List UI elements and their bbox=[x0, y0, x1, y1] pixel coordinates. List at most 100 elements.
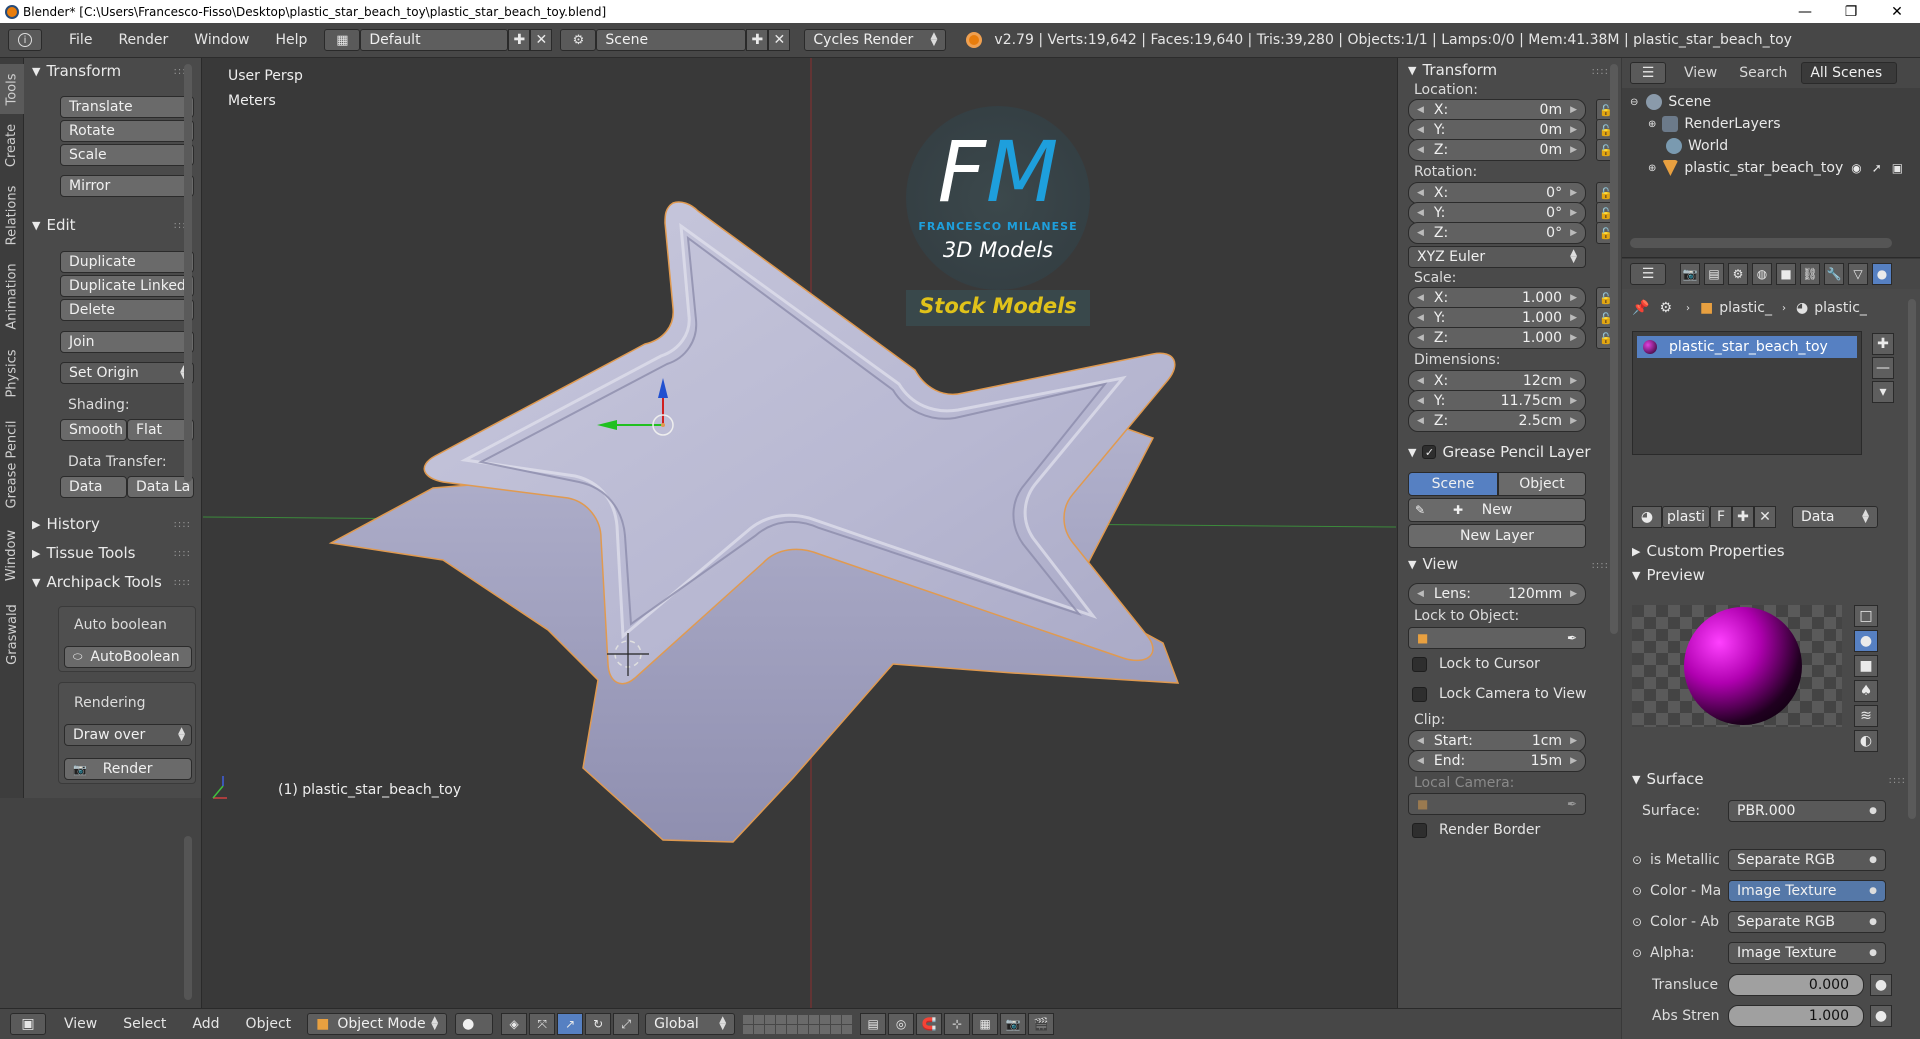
opengl-render-animation-icon[interactable]: 🎬 bbox=[1028, 1013, 1055, 1035]
increment-arrow-icon[interactable]: ▶ bbox=[1570, 589, 1577, 599]
location-y-field[interactable]: ◀ Y: 0m ▶ bbox=[1408, 119, 1586, 141]
n-transform-header[interactable]: ▼ Transform bbox=[1408, 58, 1497, 82]
world-tab-icon[interactable]: ◍ bbox=[1752, 263, 1772, 285]
location-z-field[interactable]: ◀ Z: 0m ▶ bbox=[1408, 139, 1586, 161]
decrement-arrow-icon[interactable]: ◀ bbox=[1417, 208, 1424, 218]
dimensions-x-field[interactable]: ◀ X: 12cm ▶ bbox=[1408, 370, 1586, 392]
tab-relations[interactable]: Relations bbox=[0, 178, 24, 252]
minimize-button[interactable]: — bbox=[1782, 0, 1828, 23]
remove-scene-button[interactable]: ✕ bbox=[768, 29, 791, 51]
render-border-checkbox[interactable]: Render Border bbox=[1412, 822, 1540, 838]
fake-user-button[interactable]: F bbox=[1710, 506, 1732, 528]
clip-start-field[interactable]: ◀ Start: 1cm ▶ bbox=[1408, 730, 1586, 752]
draw-over-select[interactable]: Draw over ▲ ▼ bbox=[64, 724, 192, 746]
snap-icon[interactable]: 🧲 bbox=[916, 1013, 943, 1035]
set-origin-select[interactable]: Set Origin ▲▼ bbox=[60, 362, 194, 384]
menu-select[interactable]: Select bbox=[123, 1016, 166, 1032]
scale-z-field[interactable]: ◀ Z: 1.000 ▶ bbox=[1408, 327, 1586, 349]
viewport-shading-select[interactable]: ● bbox=[455, 1013, 494, 1035]
info-editor-type-button[interactable]: i bbox=[8, 29, 42, 51]
tissue-tools-panel-header[interactable]: ▶ Tissue Tools bbox=[32, 540, 135, 566]
close-button[interactable]: ✕ bbox=[1874, 0, 1920, 23]
outliner-row-renderlayers[interactable]: ⊕ RenderLayers bbox=[1648, 113, 1781, 135]
increment-arrow-icon[interactable]: ▶ bbox=[1570, 396, 1577, 406]
abs-strength-slider[interactable]: 1.000 bbox=[1728, 1005, 1864, 1027]
object-tab-icon[interactable]: ■ bbox=[1776, 263, 1796, 285]
increment-arrow-icon[interactable]: ▶ bbox=[1570, 208, 1577, 218]
decrement-arrow-icon[interactable]: ◀ bbox=[1417, 125, 1424, 135]
preview-monkey-icon[interactable]: ♠ bbox=[1854, 680, 1878, 702]
input-link-select[interactable]: Separate RGB ● bbox=[1728, 849, 1886, 871]
menu-view[interactable]: View bbox=[64, 1016, 97, 1032]
link-socket-icon[interactable]: ⊙ bbox=[1632, 853, 1642, 867]
eyedropper-icon[interactable]: ✒ bbox=[1567, 631, 1577, 645]
constraints-tab-icon[interactable]: ⛓ bbox=[1800, 263, 1820, 285]
rotation-y-field[interactable]: ◀ Y: 0° ▶ bbox=[1408, 202, 1586, 224]
object-crumb[interactable]: plastic_ bbox=[1719, 300, 1772, 316]
drag-grip-icon[interactable]: :::: bbox=[174, 519, 191, 530]
render-opengl-icon[interactable]: ▦ bbox=[972, 1013, 999, 1035]
dimensions-z-field[interactable]: ◀ Z: 2.5cm ▶ bbox=[1408, 410, 1586, 432]
scene-browse-button[interactable]: ⚙ bbox=[560, 29, 597, 51]
n-panel-scrollbar[interactable] bbox=[1610, 64, 1618, 634]
scale-button[interactable]: Scale bbox=[60, 144, 194, 166]
abs-strength-link-button[interactable]: ● bbox=[1870, 1005, 1892, 1027]
increment-arrow-icon[interactable]: ▶ bbox=[1570, 333, 1577, 343]
add-scene-button[interactable]: ✚ bbox=[746, 29, 769, 51]
outliner-display-mode-select[interactable]: All Scenes bbox=[1801, 62, 1898, 84]
eyedropper-icon[interactable]: ✒ bbox=[1567, 797, 1577, 811]
remove-material-slot-button[interactable]: — bbox=[1872, 357, 1894, 379]
mirror-button[interactable]: Mirror bbox=[60, 175, 194, 197]
decrement-arrow-icon[interactable]: ◀ bbox=[1417, 293, 1424, 303]
custom-properties-header[interactable]: ▶ Custom Properties bbox=[1632, 539, 1785, 563]
material-link-select[interactable]: Data ▲ ▼ bbox=[1792, 506, 1878, 528]
interaction-mode-select[interactable]: ■ Object Mode ▲ ▼ bbox=[307, 1013, 448, 1035]
dimensions-y-field[interactable]: ◀ Y: 11.75cm ▶ bbox=[1408, 390, 1586, 412]
lock-to-object-field[interactable]: ■ ✒ bbox=[1408, 627, 1586, 649]
translucency-slider[interactable]: 0.000 bbox=[1728, 974, 1864, 996]
lock-to-cursor-checkbox[interactable]: Lock to Cursor bbox=[1412, 656, 1540, 672]
outliner-h-scrollbar[interactable] bbox=[1630, 238, 1892, 248]
increment-arrow-icon[interactable]: ▶ bbox=[1570, 756, 1577, 766]
proportional-edit-icon[interactable]: ◎ bbox=[888, 1013, 915, 1035]
drag-grip-icon[interactable]: :::: bbox=[174, 548, 191, 559]
surface-shader-select[interactable]: PBR.000 ● bbox=[1728, 800, 1886, 822]
shade-smooth-button[interactable]: Smooth bbox=[60, 419, 127, 441]
decrement-arrow-icon[interactable]: ◀ bbox=[1417, 396, 1424, 406]
preview-sky-icon[interactable]: ◐ bbox=[1854, 730, 1878, 752]
scale-y-field[interactable]: ◀ Y: 1.000 ▶ bbox=[1408, 307, 1586, 329]
scene-name-field[interactable]: Scene bbox=[596, 29, 747, 51]
render-camera-icon[interactable]: ▣ bbox=[1892, 161, 1903, 175]
drag-grip-icon[interactable]: :::: bbox=[1889, 775, 1906, 786]
increment-arrow-icon[interactable]: ▶ bbox=[1570, 736, 1577, 746]
tab-physics[interactable]: Physics bbox=[0, 340, 24, 406]
join-button[interactable]: Join bbox=[60, 331, 194, 353]
drag-grip-icon[interactable]: :::: bbox=[174, 577, 191, 588]
increment-arrow-icon[interactable]: ▶ bbox=[1570, 105, 1577, 115]
outliner-editor-type-button[interactable]: ☰ bbox=[1630, 62, 1666, 84]
increment-arrow-icon[interactable]: ▶ bbox=[1570, 313, 1577, 323]
input-link-select[interactable]: Separate RGB ● bbox=[1728, 911, 1886, 933]
increment-arrow-icon[interactable]: ▶ bbox=[1570, 188, 1577, 198]
decrement-arrow-icon[interactable]: ◀ bbox=[1417, 145, 1424, 155]
increment-arrow-icon[interactable]: ▶ bbox=[1570, 125, 1577, 135]
render-button[interactable]: 📷 Render bbox=[64, 758, 192, 780]
layer-buttons[interactable] bbox=[743, 1014, 853, 1034]
gp-object-toggle[interactable]: Object bbox=[1498, 472, 1586, 496]
outliner-search-menu[interactable]: Search bbox=[1739, 65, 1787, 81]
input-link-select[interactable]: Image Texture ● bbox=[1728, 942, 1886, 964]
transform-panel-header[interactable]: ▼ Transform bbox=[32, 58, 121, 84]
expand-toggle-icon[interactable]: ⊕ bbox=[1648, 163, 1656, 174]
scene-tab-icon[interactable]: ⚙ bbox=[1728, 263, 1748, 285]
menu-file[interactable]: File bbox=[56, 32, 105, 48]
material-specials-button[interactable]: ▾ bbox=[1872, 381, 1894, 403]
render-engine-select[interactable]: Cycles Render ▲ ▼ bbox=[804, 29, 947, 51]
preview-flat-icon[interactable]: □ bbox=[1854, 605, 1878, 627]
material-browse-button[interactable]: ◕ bbox=[1632, 506, 1662, 528]
collapse-toggle-icon[interactable]: ⊖ bbox=[1630, 97, 1638, 108]
menu-object[interactable]: Object bbox=[246, 1016, 292, 1032]
material-crumb[interactable]: plastic_ bbox=[1814, 300, 1867, 316]
decrement-arrow-icon[interactable]: ◀ bbox=[1417, 589, 1424, 599]
tab-animation[interactable]: Animation bbox=[0, 256, 24, 336]
lock-camera-to-view-checkbox[interactable]: Lock Camera to View bbox=[1412, 686, 1587, 702]
